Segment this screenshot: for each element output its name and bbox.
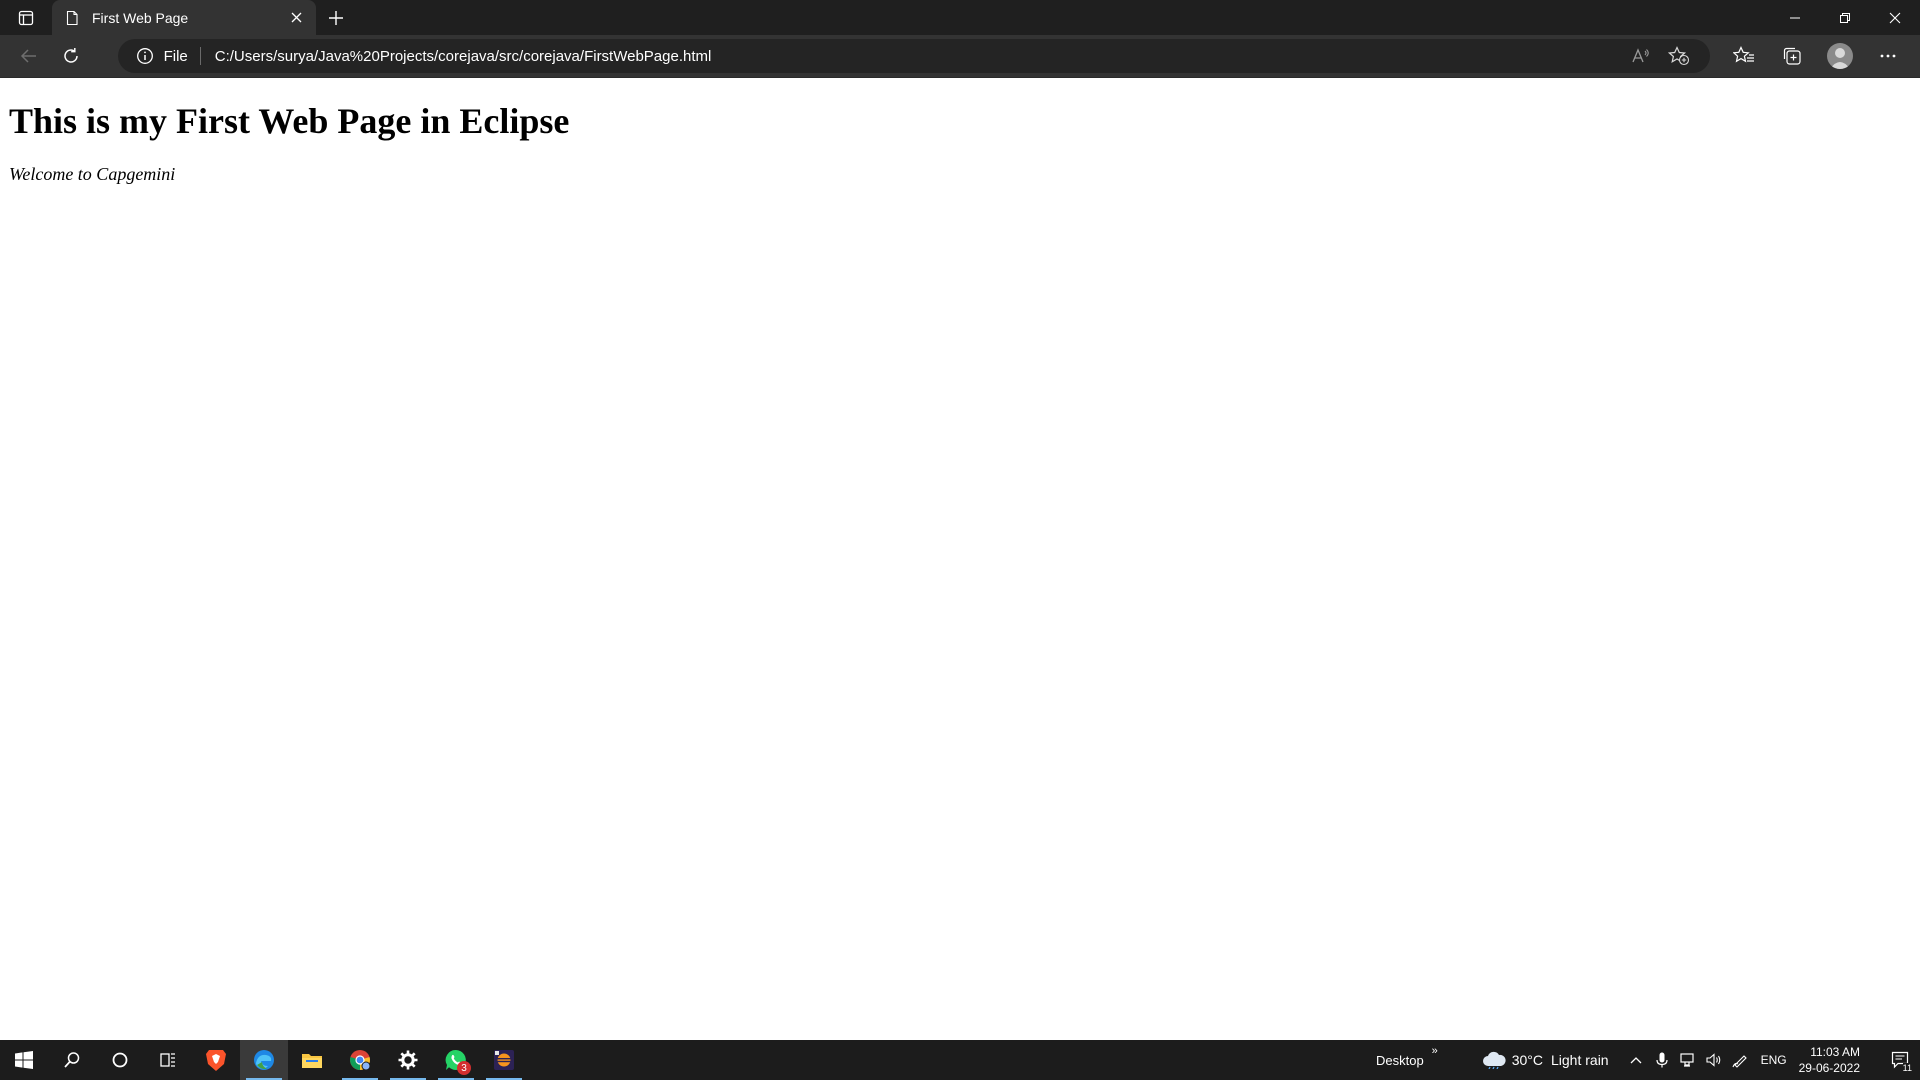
toolbar-actions xyxy=(1720,39,1912,73)
microphone-button[interactable] xyxy=(1649,1040,1675,1080)
task-view-icon xyxy=(160,1053,175,1067)
clock-button[interactable]: 11:03 AM 29-06-2022 xyxy=(1799,1044,1860,1076)
taskbar-app-edge[interactable] xyxy=(240,1040,288,1080)
info-icon[interactable] xyxy=(136,47,154,65)
collections-button[interactable] xyxy=(1768,39,1816,73)
taskbar-app-whatsapp[interactable]: 3 xyxy=(432,1040,480,1080)
system-tray: Desktop » 30°C Light rain ENG 11:03 AM 2… xyxy=(1376,1040,1920,1080)
more-icon xyxy=(1880,54,1896,58)
network-button[interactable] xyxy=(1675,1040,1701,1080)
tab-actions-button[interactable] xyxy=(0,0,52,35)
taskbar-app-chrome[interactable] xyxy=(336,1040,384,1080)
gear-icon xyxy=(398,1050,418,1070)
collections-icon xyxy=(1783,47,1801,65)
favorites-button[interactable] xyxy=(1720,39,1768,73)
welcome-text: Welcome to Capgemini xyxy=(9,164,176,184)
refresh-icon xyxy=(63,48,78,63)
eclipse-icon xyxy=(494,1050,514,1070)
clock-date: 29-06-2022 xyxy=(1798,1061,1860,1075)
cortana-button[interactable] xyxy=(96,1040,144,1080)
edge-icon xyxy=(254,1050,274,1070)
desktop-toolbar-chevron: » xyxy=(1431,1044,1438,1057)
favorites-icon xyxy=(1733,46,1754,63)
read-aloud-button[interactable] xyxy=(1622,41,1660,71)
speaker-icon xyxy=(1706,1053,1720,1067)
brave-icon xyxy=(206,1050,226,1071)
desktop-toolbar-label: Desktop xyxy=(1376,1052,1424,1068)
taskbar: 3 Desktop » 30°C Light rain ENG 11:03 AM… xyxy=(0,1040,1920,1080)
refresh-button[interactable] xyxy=(50,39,92,73)
desktop-toolbar-button[interactable]: Desktop » xyxy=(1376,1045,1438,1068)
minimize-icon xyxy=(1790,17,1800,18)
network-icon xyxy=(1679,1053,1694,1067)
weather-widget[interactable]: 30°C Light rain xyxy=(1482,1051,1609,1069)
microphone-icon xyxy=(1655,1052,1668,1068)
taskbar-app-eclipse[interactable] xyxy=(480,1040,528,1080)
search-icon xyxy=(64,1052,80,1068)
page-icon xyxy=(66,10,78,25)
new-tab-button[interactable] xyxy=(316,0,356,35)
search-button[interactable] xyxy=(48,1040,96,1080)
weather-condition: Light rain xyxy=(1551,1052,1609,1068)
close-window-button[interactable] xyxy=(1870,0,1920,35)
add-favorite-button[interactable] xyxy=(1660,41,1698,71)
input-language-indicator[interactable]: ENG xyxy=(1761,1053,1787,1067)
page-heading: This is my First Web Page in Eclipse xyxy=(9,101,570,141)
user-icon xyxy=(1830,48,1850,69)
chrome-icon xyxy=(350,1050,371,1071)
restore-icon xyxy=(1840,12,1850,23)
rain-cloud-icon xyxy=(1482,1051,1506,1069)
site-scheme-label[interactable]: File xyxy=(164,48,188,65)
action-center-button[interactable]: 11 xyxy=(1880,1040,1920,1080)
pen-workspace-button[interactable] xyxy=(1727,1040,1753,1080)
star-add-icon xyxy=(1668,46,1690,66)
tab-actions-icon xyxy=(18,10,34,25)
tab-first-web-page[interactable]: First Web Page xyxy=(52,0,316,35)
show-hidden-icons-button[interactable] xyxy=(1623,1040,1649,1080)
start-button[interactable] xyxy=(0,1040,48,1080)
weather-temperature: 30°C xyxy=(1511,1052,1543,1068)
taskbar-app-file-explorer[interactable] xyxy=(288,1040,336,1080)
read-aloud-icon xyxy=(1632,48,1649,63)
arrow-left-icon xyxy=(20,49,36,63)
page-content: This is my First Web Page in Eclipse Wel… xyxy=(0,77,1920,1040)
window-controls xyxy=(1770,0,1920,35)
avatar xyxy=(1827,43,1853,69)
address-separator xyxy=(199,47,201,65)
whatsapp-unread-badge: 3 xyxy=(457,1061,471,1075)
minimize-button[interactable] xyxy=(1770,0,1820,35)
plus-icon xyxy=(329,10,343,25)
volume-button[interactable] xyxy=(1701,1040,1727,1080)
notification-count: 11 xyxy=(1902,1063,1912,1073)
windows-logo-icon xyxy=(15,1051,33,1069)
browser-toolbar: File C:/Users/surya/Java%20Projects/core… xyxy=(0,35,1920,77)
close-icon xyxy=(1889,12,1901,23)
close-icon xyxy=(291,12,301,23)
close-tab-button[interactable] xyxy=(288,10,304,26)
settings-more-button[interactable] xyxy=(1864,39,1912,73)
task-view-button[interactable] xyxy=(144,1040,192,1080)
restore-button[interactable] xyxy=(1820,0,1870,35)
back-button[interactable] xyxy=(8,39,50,73)
taskbar-app-settings[interactable] xyxy=(384,1040,432,1080)
clock-time: 11:03 AM xyxy=(1810,1045,1860,1059)
profile-button[interactable] xyxy=(1816,39,1864,73)
url-text[interactable]: C:/Users/surya/Java%20Projects/corejava/… xyxy=(215,48,1622,65)
taskbar-app-brave[interactable] xyxy=(192,1040,240,1080)
chevron-up-icon xyxy=(1630,1057,1642,1064)
tab-title: First Web Page xyxy=(92,9,189,26)
cortana-icon xyxy=(112,1052,128,1068)
browser-titlebar: First Web Page xyxy=(0,0,1920,35)
pen-icon xyxy=(1732,1055,1747,1068)
folder-icon xyxy=(302,1054,322,1068)
address-bar[interactable]: File C:/Users/surya/Java%20Projects/core… xyxy=(117,39,1710,73)
